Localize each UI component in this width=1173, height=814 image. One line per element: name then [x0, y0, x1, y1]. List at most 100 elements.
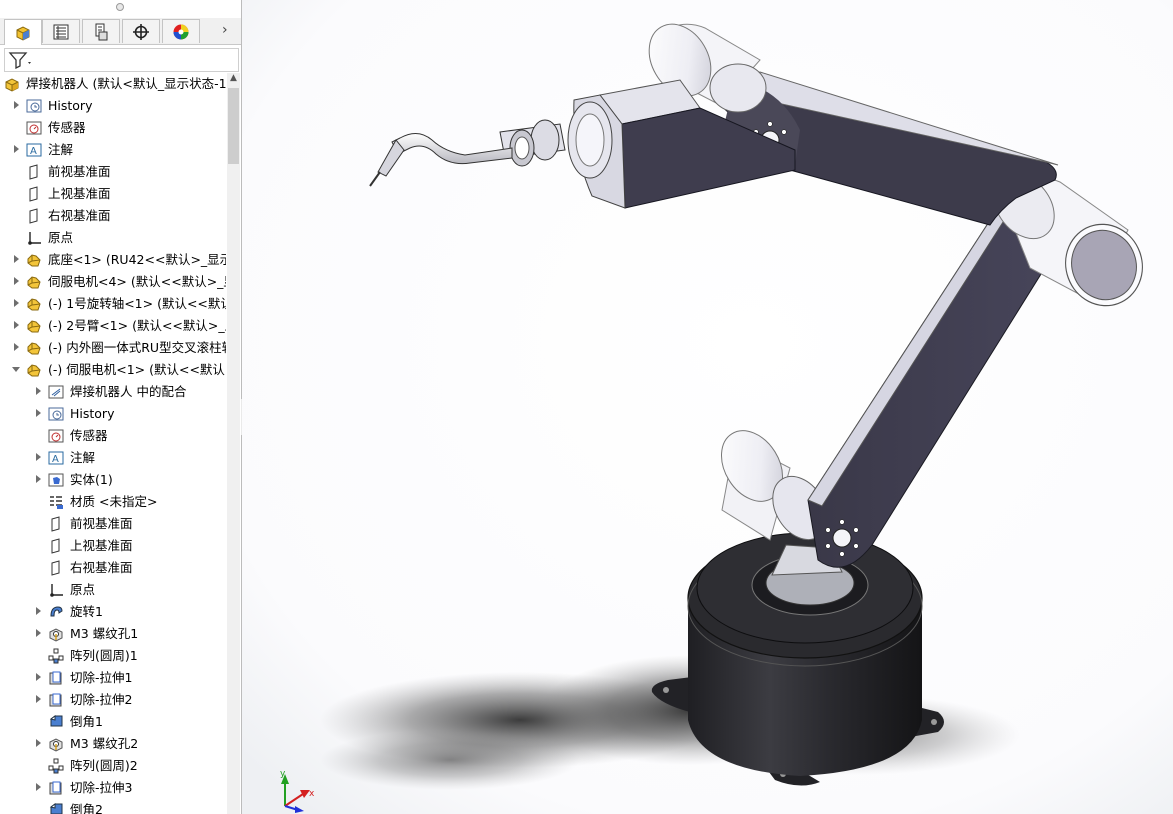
tree-item[interactable]: 焊接机器人 中的配合: [0, 381, 226, 403]
configurationmanager-icon: [95, 23, 108, 40]
circular-pattern-icon: [48, 758, 64, 774]
tree-item[interactable]: 传感器: [0, 117, 226, 139]
tree-item[interactable]: 底座<1> (RU42<<默认>_显示状: [0, 249, 226, 271]
tree-item[interactable]: M3 螺纹孔1: [0, 623, 226, 645]
propertymanager-tab[interactable]: [42, 19, 80, 43]
expand-arrow-icon[interactable]: [36, 695, 41, 703]
tree-item[interactable]: 焊接机器人 (默认<默认_显示状态-1:: [0, 73, 226, 95]
filter-bar[interactable]: [4, 48, 239, 72]
expand-arrow-icon[interactable]: [36, 387, 41, 395]
feature-tree: 焊接机器人 (默认<默认_显示状态-1: History 传感器 A 注解 前视基准面 上视…: [0, 73, 226, 814]
tree-item-label: 原点: [70, 582, 96, 597]
tree-item-label: 前视基准面: [70, 516, 133, 531]
part-icon: [27, 320, 41, 333]
scrollbar-thumb[interactable]: [228, 88, 239, 164]
expand-arrow-icon[interactable]: [14, 321, 19, 329]
expand-arrow-icon[interactable]: [36, 739, 41, 747]
tree-item[interactable]: 切除-拉伸3: [0, 777, 226, 799]
tree-item[interactable]: 倒角1: [0, 711, 226, 733]
tree-item[interactable]: 右视基准面: [0, 205, 226, 227]
tree-item-label: 原点: [48, 230, 74, 245]
scroll-up-arrow-icon[interactable]: ▲: [228, 73, 239, 85]
tree-item[interactable]: A 注解: [0, 447, 226, 469]
tree-item-label: 注解: [70, 450, 96, 465]
part-icon: [27, 364, 41, 377]
part-icon: [27, 342, 41, 355]
expand-arrow-icon[interactable]: [14, 343, 19, 351]
cut-extrude-icon: [49, 671, 62, 685]
tree-item[interactable]: (-) 1号旋转轴<1> (默认<<默认>: [0, 293, 226, 315]
tree-item[interactable]: 传感器: [0, 425, 226, 447]
tree-item[interactable]: 原点: [0, 579, 226, 601]
expand-arrow-icon[interactable]: [14, 145, 19, 153]
tree-item[interactable]: 切除-拉伸2: [0, 689, 226, 711]
tree-item[interactable]: (-) 2号臂<1> (默认<<默认>_显: [0, 315, 226, 337]
tree-item[interactable]: 前视基准面: [0, 161, 226, 183]
tree-item[interactable]: 阵列(圆周)1: [0, 645, 226, 667]
tree-item[interactable]: 上视基准面: [0, 183, 226, 205]
expand-arrow-icon[interactable]: [36, 673, 41, 681]
tree-scrollbar[interactable]: ▲: [227, 73, 240, 814]
tree-item-label: 切除-拉伸1: [70, 670, 133, 685]
expand-arrow-open-icon[interactable]: [12, 367, 20, 372]
tree-item-label: 上视基准面: [70, 538, 133, 553]
material-icon: [50, 496, 63, 509]
expand-arrow-icon[interactable]: [36, 607, 41, 615]
tree-item[interactable]: (-) 内外圈一体式RU型交叉滚柱轴: [0, 337, 226, 359]
tree-item-label: 旋转1: [70, 604, 103, 619]
expand-arrow-icon[interactable]: [36, 409, 41, 417]
tree-item[interactable]: History: [0, 403, 226, 425]
plane-icon: [51, 538, 60, 554]
tree-item[interactable]: 原点: [0, 227, 226, 249]
tabs-more-chevron-icon[interactable]: ›: [222, 22, 228, 38]
tree-item-label: History: [70, 406, 115, 421]
expand-arrow-icon[interactable]: [36, 783, 41, 791]
panel-grip[interactable]: [116, 3, 124, 11]
part-icon: [27, 254, 41, 267]
graphics-viewport[interactable]: y x: [242, 0, 1173, 814]
chamfer-icon: [49, 715, 63, 727]
annotation-icon: A: [48, 451, 64, 465]
configurationmanager-tab[interactable]: [82, 19, 120, 43]
displaymanager-tab[interactable]: [162, 19, 200, 43]
tree-item[interactable]: 切除-拉伸1: [0, 667, 226, 689]
tree-item[interactable]: 阵列(圆周)2: [0, 755, 226, 777]
displaymanager-icon: [173, 24, 189, 39]
tree-item-label: 倒角2: [70, 802, 103, 814]
tree-item[interactable]: 前视基准面: [0, 513, 226, 535]
expand-arrow-icon[interactable]: [36, 629, 41, 637]
filter-icon[interactable]: [8, 51, 34, 69]
tree-item[interactable]: 倒角2: [0, 799, 226, 814]
cut-extrude-icon: [49, 781, 62, 795]
tree-item[interactable]: 伺服电机<4> (默认<<默认>_显: [0, 271, 226, 293]
dimxpert-tab[interactable]: [122, 19, 160, 43]
part-icon: [27, 298, 41, 311]
triad-x-label: x: [309, 789, 315, 799]
tree-item-label: 右视基准面: [70, 560, 133, 575]
mates-icon: [48, 385, 64, 399]
expand-arrow-icon[interactable]: [14, 277, 19, 285]
tree-item[interactable]: (-) 伺服电机<1> (默认<<默认>_: [0, 359, 226, 381]
sensor-icon: [26, 121, 42, 135]
triad-y-label: y: [280, 769, 286, 779]
tree-item[interactable]: 上视基准面: [0, 535, 226, 557]
expand-arrow-icon[interactable]: [14, 299, 19, 307]
history-icon: [26, 99, 42, 113]
tree-item-label: 传感器: [48, 120, 86, 135]
tree-item-label: 阵列(圆周)1: [70, 648, 138, 663]
tree-item[interactable]: 旋转1: [0, 601, 226, 623]
expand-arrow-icon[interactable]: [36, 453, 41, 461]
tree-item[interactable]: History: [0, 95, 226, 117]
expand-arrow-icon[interactable]: [14, 101, 19, 109]
expand-arrow-icon[interactable]: [36, 475, 41, 483]
tree-item[interactable]: A 注解: [0, 139, 226, 161]
tree-item[interactable]: M3 螺纹孔2: [0, 733, 226, 755]
featuremanager-tab[interactable]: [4, 19, 42, 45]
assembly-icon: [5, 78, 19, 92]
expand-arrow-icon[interactable]: [14, 255, 19, 263]
tree-item-label: (-) 1号旋转轴<1> (默认<<默认>: [48, 296, 226, 311]
tree-item-label: (-) 2号臂<1> (默认<<默认>_显: [48, 318, 226, 333]
tree-item[interactable]: 材质 <未指定>: [0, 491, 226, 513]
tree-item[interactable]: 实体(1): [0, 469, 226, 491]
tree-item[interactable]: 右视基准面: [0, 557, 226, 579]
